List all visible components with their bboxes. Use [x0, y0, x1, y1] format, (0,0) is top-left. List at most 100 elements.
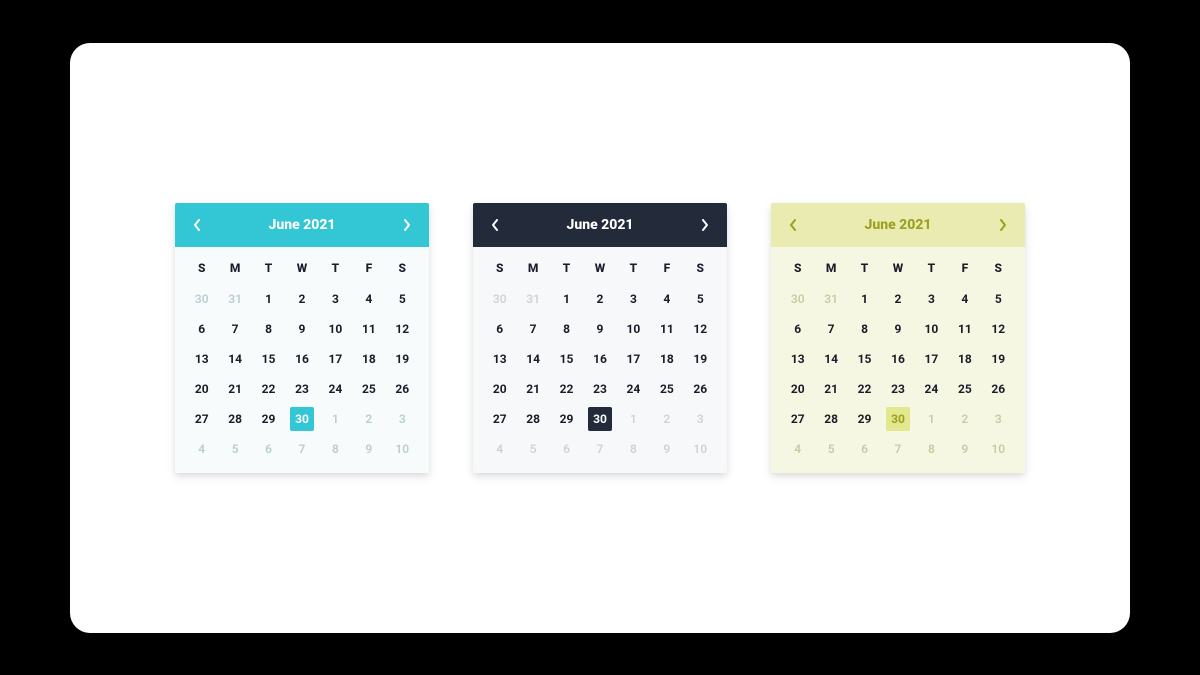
day-cell-outside[interactable]: 7	[886, 437, 910, 461]
day-cell[interactable]: 25	[357, 377, 381, 401]
day-cell-outside[interactable]: 4	[190, 437, 214, 461]
prev-month-button[interactable]	[485, 215, 505, 235]
day-cell-outside[interactable]: 31	[223, 287, 247, 311]
day-cell-outside[interactable]: 2	[357, 407, 381, 431]
day-cell-outside[interactable]: 5	[819, 437, 843, 461]
day-cell[interactable]: 6	[488, 317, 512, 341]
day-cell[interactable]: 24	[919, 377, 943, 401]
day-cell[interactable]: 20	[488, 377, 512, 401]
day-cell-outside[interactable]: 5	[521, 437, 545, 461]
day-cell[interactable]: 15	[257, 347, 281, 371]
day-cell-outside[interactable]: 7	[588, 437, 612, 461]
day-cell[interactable]: 15	[555, 347, 579, 371]
day-cell-outside[interactable]: 4	[786, 437, 810, 461]
day-cell-outside[interactable]: 6	[257, 437, 281, 461]
day-cell[interactable]: 9	[886, 317, 910, 341]
day-cell[interactable]: 9	[588, 317, 612, 341]
day-cell[interactable]: 13	[488, 347, 512, 371]
day-cell[interactable]: 6	[190, 317, 214, 341]
day-cell[interactable]: 5	[390, 287, 414, 311]
day-cell[interactable]: 2	[886, 287, 910, 311]
day-cell[interactable]: 18	[953, 347, 977, 371]
day-cell[interactable]: 30	[290, 407, 314, 431]
day-cell[interactable]: 6	[786, 317, 810, 341]
day-cell[interactable]: 18	[655, 347, 679, 371]
day-cell[interactable]: 21	[819, 377, 843, 401]
day-cell-outside[interactable]: 31	[819, 287, 843, 311]
day-cell-outside[interactable]: 1	[919, 407, 943, 431]
day-cell[interactable]: 9	[290, 317, 314, 341]
day-cell-outside[interactable]: 6	[853, 437, 877, 461]
day-cell[interactable]: 28	[223, 407, 247, 431]
day-cell[interactable]: 8	[853, 317, 877, 341]
day-cell[interactable]: 21	[521, 377, 545, 401]
next-month-button[interactable]	[397, 215, 417, 235]
day-cell[interactable]: 10	[621, 317, 645, 341]
day-cell[interactable]: 3	[919, 287, 943, 311]
day-cell-outside[interactable]: 5	[223, 437, 247, 461]
day-cell[interactable]: 15	[853, 347, 877, 371]
next-month-button[interactable]	[695, 215, 715, 235]
day-cell[interactable]: 14	[819, 347, 843, 371]
day-cell[interactable]: 23	[588, 377, 612, 401]
day-cell[interactable]: 20	[786, 377, 810, 401]
day-cell-outside[interactable]: 2	[953, 407, 977, 431]
day-cell-outside[interactable]: 4	[488, 437, 512, 461]
day-cell[interactable]: 2	[588, 287, 612, 311]
day-cell[interactable]: 17	[919, 347, 943, 371]
day-cell[interactable]: 12	[986, 317, 1010, 341]
day-cell[interactable]: 26	[688, 377, 712, 401]
day-cell[interactable]: 1	[257, 287, 281, 311]
day-cell[interactable]: 8	[555, 317, 579, 341]
day-cell[interactable]: 5	[986, 287, 1010, 311]
prev-month-button[interactable]	[783, 215, 803, 235]
day-cell[interactable]: 25	[655, 377, 679, 401]
day-cell[interactable]: 25	[953, 377, 977, 401]
day-cell-outside[interactable]: 3	[688, 407, 712, 431]
day-cell[interactable]: 23	[290, 377, 314, 401]
day-cell-outside[interactable]: 2	[655, 407, 679, 431]
day-cell[interactable]: 3	[323, 287, 347, 311]
day-cell-outside[interactable]: 30	[786, 287, 810, 311]
day-cell[interactable]: 27	[786, 407, 810, 431]
day-cell[interactable]: 10	[919, 317, 943, 341]
day-cell[interactable]: 4	[655, 287, 679, 311]
day-cell-outside[interactable]: 30	[488, 287, 512, 311]
day-cell[interactable]: 12	[390, 317, 414, 341]
day-cell[interactable]: 19	[688, 347, 712, 371]
day-cell[interactable]: 29	[853, 407, 877, 431]
next-month-button[interactable]	[993, 215, 1013, 235]
day-cell[interactable]: 29	[555, 407, 579, 431]
day-cell[interactable]: 17	[323, 347, 347, 371]
day-cell-outside[interactable]: 30	[190, 287, 214, 311]
day-cell[interactable]: 17	[621, 347, 645, 371]
day-cell-outside[interactable]: 8	[323, 437, 347, 461]
day-cell[interactable]: 11	[953, 317, 977, 341]
day-cell[interactable]: 28	[819, 407, 843, 431]
day-cell[interactable]: 1	[555, 287, 579, 311]
day-cell[interactable]: 22	[555, 377, 579, 401]
day-cell[interactable]: 28	[521, 407, 545, 431]
day-cell-outside[interactable]: 10	[390, 437, 414, 461]
day-cell[interactable]: 7	[819, 317, 843, 341]
day-cell[interactable]: 5	[688, 287, 712, 311]
day-cell[interactable]: 26	[986, 377, 1010, 401]
day-cell-outside[interactable]: 8	[621, 437, 645, 461]
day-cell[interactable]: 3	[621, 287, 645, 311]
day-cell[interactable]: 7	[521, 317, 545, 341]
day-cell-outside[interactable]: 10	[688, 437, 712, 461]
day-cell[interactable]: 14	[223, 347, 247, 371]
day-cell[interactable]: 1	[853, 287, 877, 311]
day-cell[interactable]: 4	[357, 287, 381, 311]
day-cell-outside[interactable]: 3	[986, 407, 1010, 431]
day-cell[interactable]: 20	[190, 377, 214, 401]
day-cell-outside[interactable]: 9	[953, 437, 977, 461]
day-cell[interactable]: 16	[588, 347, 612, 371]
day-cell[interactable]: 23	[886, 377, 910, 401]
day-cell[interactable]: 12	[688, 317, 712, 341]
day-cell-outside[interactable]: 9	[357, 437, 381, 461]
day-cell[interactable]: 30	[886, 407, 910, 431]
day-cell[interactable]: 11	[655, 317, 679, 341]
day-cell[interactable]: 27	[488, 407, 512, 431]
day-cell-outside[interactable]: 7	[290, 437, 314, 461]
